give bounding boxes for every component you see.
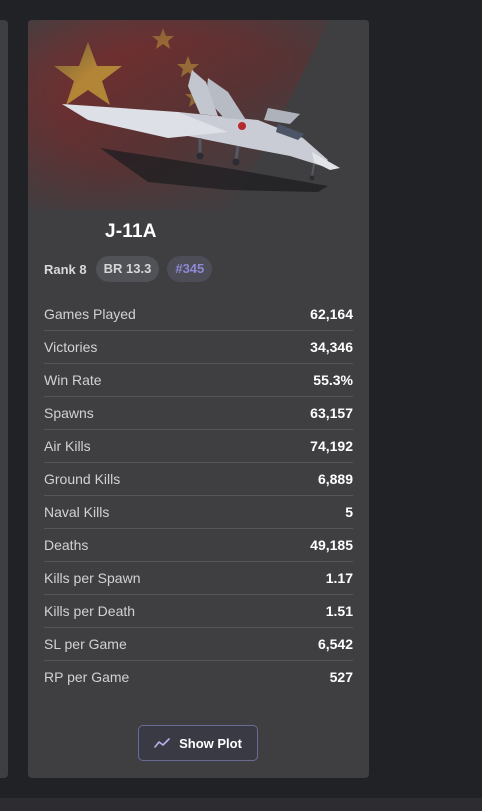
- stat-label: Win Rate: [44, 372, 102, 388]
- stats-list: Games Played 62,164 Victories 34,346 Win…: [44, 298, 353, 693]
- stat-row: Naval Kills 5: [44, 496, 353, 529]
- stat-value: 63,157: [310, 405, 353, 421]
- stat-row: Kills per Death 1.51: [44, 595, 353, 628]
- stat-row: SL per Game 6,542: [44, 628, 353, 661]
- stat-row: Deaths 49,185: [44, 529, 353, 562]
- stat-value: 5: [345, 504, 353, 520]
- stat-label: Deaths: [44, 537, 89, 553]
- position-badge[interactable]: #345: [167, 256, 213, 282]
- stat-row: Kills per Spawn 1.17: [44, 562, 353, 595]
- stat-label: Victories: [44, 339, 98, 355]
- stat-value: 527: [329, 669, 353, 685]
- stat-value: 6,889: [317, 471, 353, 487]
- vehicle-card: J-11A Rank 8 BR 13.3 #345 Games Played 6…: [28, 20, 369, 778]
- show-plot-label: Show Plot: [179, 735, 242, 751]
- stat-row: Victories 34,346: [44, 331, 353, 364]
- stat-label: SL per Game: [44, 636, 127, 652]
- stat-row: Ground Kills 6,889: [44, 463, 353, 496]
- vehicle-image: [28, 20, 369, 210]
- rank-label: Rank 8: [44, 261, 87, 277]
- previous-card-edge: [0, 20, 8, 778]
- br-badge: BR 13.3: [95, 256, 160, 282]
- stat-label: RP per Game: [44, 669, 130, 685]
- stat-row: Games Played 62,164: [44, 298, 353, 331]
- stat-row: Air Kills 74,192: [44, 430, 353, 463]
- trend-line-icon: [154, 737, 170, 749]
- stat-value: 74,192: [310, 438, 353, 454]
- show-plot-button[interactable]: Show Plot: [138, 725, 258, 761]
- stat-label: Ground Kills: [44, 471, 121, 487]
- stat-value: 1.17: [325, 570, 353, 586]
- stat-value: 6,542: [317, 636, 353, 652]
- stat-value: 62,164: [310, 306, 353, 322]
- stat-value: 1.51: [325, 603, 353, 619]
- stat-label: Air Kills: [44, 438, 91, 454]
- stat-value: 55.3%: [313, 372, 353, 388]
- stat-label: Kills per Death: [44, 603, 136, 619]
- stat-value: 34,346: [310, 339, 353, 355]
- stat-row: Win Rate 55.3%: [44, 364, 353, 397]
- stat-label: Naval Kills: [44, 504, 110, 520]
- bottom-bar: [0, 798, 482, 811]
- stat-label: Games Played: [44, 306, 136, 322]
- stat-value: 49,185: [310, 537, 353, 553]
- stat-row: Spawns 63,157: [44, 397, 353, 430]
- vehicle-badges: Rank 8 BR 13.3 #345: [44, 256, 220, 282]
- stat-label: Spawns: [44, 405, 94, 421]
- stat-label: Kills per Spawn: [44, 570, 141, 586]
- vehicle-name: J-11A: [105, 221, 157, 242]
- stat-row: RP per Game 527: [44, 661, 353, 693]
